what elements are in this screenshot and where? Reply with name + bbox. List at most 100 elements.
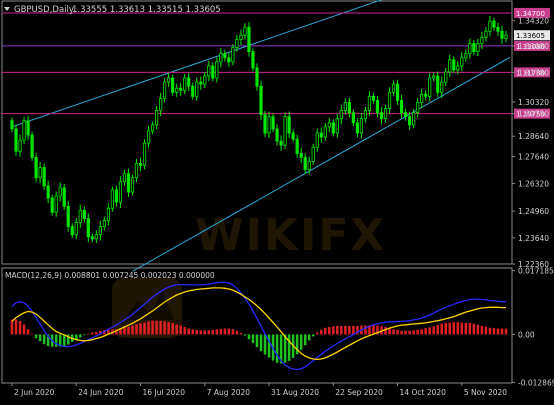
- candle-body: [106, 207, 110, 221]
- candle-body: [150, 124, 155, 132]
- price-tick-label: 1.29750: [518, 110, 549, 119]
- candle-body: [86, 218, 90, 238]
- candle-body: [18, 139, 22, 152]
- candle-body: [331, 122, 335, 134]
- candle-body: [500, 30, 504, 39]
- candle-body: [420, 93, 424, 103]
- candle-body: [219, 53, 223, 63]
- candle-body: [211, 65, 215, 79]
- macd-histogram-bar: [123, 327, 126, 335]
- candle-body: [267, 116, 271, 134]
- candle-body: [175, 87, 179, 93]
- macd-histogram-bar: [468, 322, 472, 335]
- candle-body: [355, 122, 359, 134]
- candle-body: [343, 102, 347, 112]
- macd-histogram-bar: [328, 327, 331, 335]
- macd-histogram-bar: [175, 324, 178, 335]
- macd-histogram-bar: [159, 321, 162, 335]
- macd-histogram-bar: [10, 319, 14, 335]
- watermark-text: WIKIFX: [195, 210, 386, 261]
- candle-body: [102, 220, 106, 227]
- price-tick-label: 1.26320: [518, 179, 549, 188]
- candle-body: [315, 132, 319, 148]
- macd-histogram-bar: [30, 333, 34, 335]
- candle-body: [10, 120, 14, 130]
- price-tick-label: 1.23640: [518, 234, 549, 243]
- macd-histogram-bar: [408, 330, 411, 335]
- x-tick-label: 22 Sep 2020: [335, 388, 383, 397]
- macd-histogram-bar: [492, 328, 496, 335]
- macd-histogram-bar: [18, 321, 22, 335]
- candle-body: [82, 209, 86, 219]
- macd-histogram-bar: [223, 328, 227, 335]
- candle-body: [138, 163, 143, 166]
- macd-histogram-bar: [139, 323, 142, 335]
- macd-histogram-bar: [62, 334, 66, 346]
- macd-histogram-bar: [195, 329, 199, 335]
- candle-body: [464, 53, 468, 59]
- chart-canvas: WIKIFX 1.347001.330801.317801.297501.343…: [0, 0, 554, 401]
- candle-body: [363, 110, 368, 120]
- price-tick-label: 1.30320: [518, 98, 549, 107]
- candle-body: [70, 226, 74, 236]
- macd-histogram-bar: [131, 325, 134, 335]
- candle-body: [359, 118, 364, 134]
- candle-body: [460, 57, 464, 67]
- macd-histogram-bar: [34, 334, 38, 339]
- macd-histogram-bar: [332, 326, 335, 335]
- candle-body: [391, 83, 396, 93]
- candle-body: [412, 112, 416, 126]
- x-tick-label: 14 Oct 2020: [400, 388, 447, 397]
- price-tick-label: 1.24960: [518, 207, 549, 216]
- candle-body: [159, 97, 163, 112]
- macd-histogram-bar: [259, 334, 263, 352]
- macd-histogram-bar: [179, 325, 182, 335]
- macd-histogram-bar: [472, 323, 476, 335]
- macd-title: MACD(12,26,9) 0.008801 0.007245 0.002023…: [5, 271, 215, 280]
- candle-body: [492, 20, 496, 28]
- macd-histogram-bar: [340, 325, 343, 335]
- candle-body: [187, 77, 191, 87]
- macd-histogram-bar: [460, 322, 464, 335]
- macd-histogram-bar: [239, 332, 243, 335]
- candle-body: [371, 95, 376, 101]
- macd-histogram-bar: [207, 330, 211, 335]
- x-tick-label: 31 Aug 2020: [271, 388, 319, 397]
- macd-histogram-bar: [404, 330, 407, 335]
- candle-body: [323, 126, 327, 138]
- candle-body: [118, 181, 123, 203]
- candle-body: [30, 134, 34, 158]
- candle-body: [171, 77, 175, 93]
- candle-body: [126, 173, 131, 193]
- candle-body: [146, 130, 151, 144]
- price-tick-label: 1.33080: [518, 42, 549, 51]
- macd-histogram-bar: [352, 325, 355, 335]
- candle-body: [199, 81, 203, 85]
- candle-body: [476, 43, 480, 53]
- macd-histogram-bar: [42, 334, 46, 345]
- candle-body: [367, 95, 372, 112]
- macd-histogram-bar: [199, 330, 203, 335]
- candle-body: [468, 43, 472, 55]
- macd-histogram-bar: [143, 322, 146, 335]
- candle-body: [14, 128, 18, 152]
- macd-histogram-bar: [432, 326, 435, 335]
- candle-body: [195, 81, 199, 97]
- macd-histogram-bar: [147, 321, 150, 335]
- candle-body: [38, 167, 42, 179]
- candle-body: [307, 161, 311, 171]
- macd-histogram-bar: [384, 327, 387, 335]
- candle-body: [472, 43, 476, 53]
- candle-body: [271, 116, 275, 130]
- current-price-label: 1.33605: [516, 32, 545, 40]
- candle-body: [287, 116, 291, 134]
- macd-histogram-bar: [476, 324, 480, 335]
- macd-histogram-bar: [484, 326, 488, 335]
- macd-histogram-bar: [303, 334, 307, 346]
- macd-histogram-bar: [324, 327, 327, 335]
- candle-body: [480, 36, 484, 44]
- candle-body: [235, 38, 239, 48]
- macd-histogram-bar: [135, 324, 138, 335]
- macd-histogram-bar: [127, 326, 130, 335]
- macd-histogram-bar: [26, 329, 30, 335]
